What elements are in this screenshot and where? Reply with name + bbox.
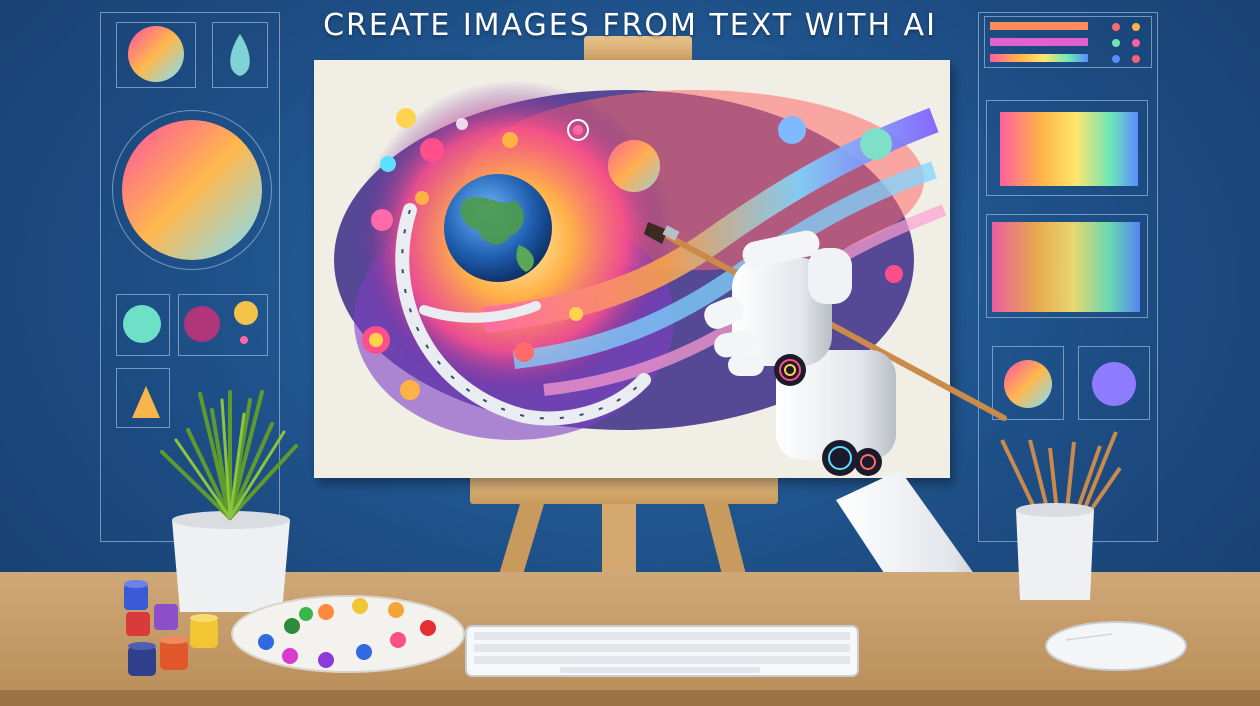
scene-background: CREATE IMAGES FROM TEXT WITH AI (0, 0, 1260, 706)
brush-cup-icon (1000, 431, 1122, 600)
mouse-icon (1045, 621, 1187, 671)
plant-icon (160, 390, 298, 612)
page-title: CREATE IMAGES FROM TEXT WITH AI (323, 8, 937, 43)
desk-items (124, 390, 1187, 677)
keyboard-icon (465, 625, 859, 677)
paint-palette-icon (231, 595, 465, 673)
